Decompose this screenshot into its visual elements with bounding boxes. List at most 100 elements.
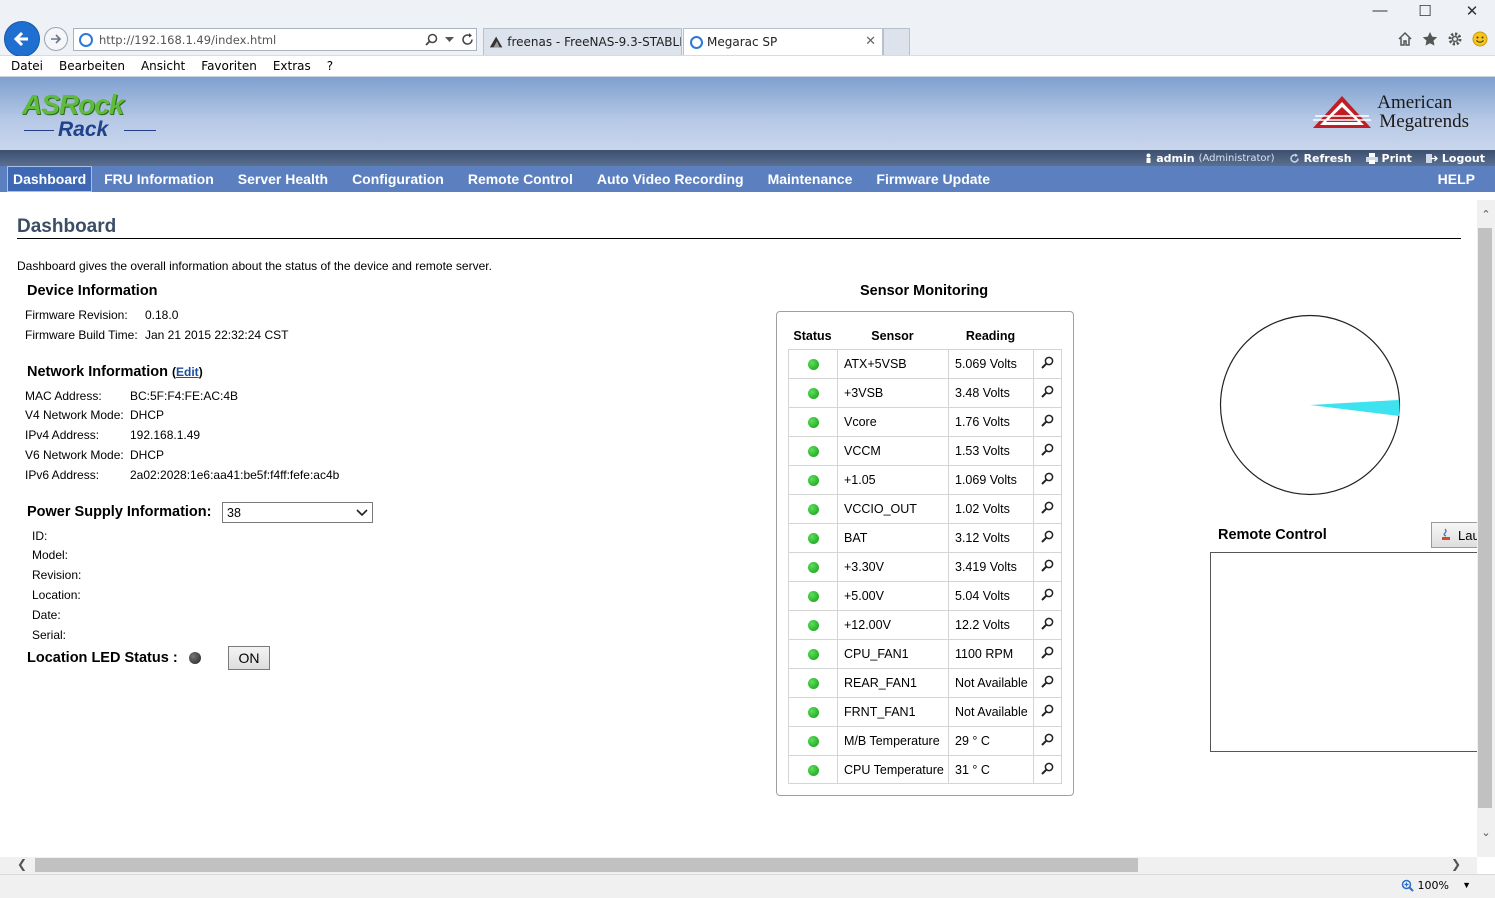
network-edit-link[interactable]: Edit	[176, 365, 199, 379]
horizontal-scroll-thumb[interactable]	[35, 858, 1138, 872]
refresh-icon[interactable]	[458, 33, 476, 46]
sensor-detail-button[interactable]	[1033, 552, 1062, 581]
magnifier-icon	[1041, 559, 1054, 572]
sensor-name: +5.00V	[837, 581, 948, 610]
sensor-row: FRNT_FAN1 Not Available	[788, 697, 1062, 726]
sensor-row: M/B Temperature 29 ° C	[788, 726, 1062, 755]
horizontal-scrollbar[interactable]: ❮ ❯	[0, 857, 1477, 874]
scroll-up-icon[interactable]: ⌃	[1480, 208, 1492, 221]
refresh-link[interactable]: Refresh	[1289, 152, 1352, 165]
sensor-detail-button[interactable]	[1033, 378, 1062, 407]
menu-datei[interactable]: Datei	[11, 59, 43, 73]
smiley-icon[interactable]	[1471, 30, 1488, 47]
magnifier-icon	[1041, 501, 1054, 514]
back-button[interactable]	[4, 21, 40, 57]
menu-help[interactable]: ?	[327, 59, 333, 73]
sensor-name: +3VSB	[837, 378, 948, 407]
sensor-name: +1.05	[837, 465, 948, 494]
vertical-scrollbar[interactable]: ⌃ ⌄	[1477, 200, 1495, 857]
close-tab-icon[interactable]: ✕	[865, 34, 876, 49]
maximize-button[interactable]: ☐	[1402, 2, 1448, 20]
forward-button[interactable]	[44, 27, 68, 51]
favorites-star-icon[interactable]	[1421, 30, 1438, 47]
sensor-name: ATX+5VSB	[837, 349, 948, 378]
browser-menubar: Datei Bearbeiten Ansicht Favoriten Extra…	[0, 56, 1495, 77]
sensor-row: +3VSB 3.48 Volts	[788, 378, 1062, 407]
sensor-row: VCCM 1.53 Volts	[788, 436, 1062, 465]
logout-link[interactable]: Logout	[1425, 152, 1485, 165]
nav-auto-video-recording[interactable]: Auto Video Recording	[585, 166, 756, 192]
close-window-button[interactable]: ✕	[1449, 2, 1495, 20]
sensor-detail-button[interactable]	[1033, 349, 1062, 378]
launch-console-button[interactable]: Lau	[1431, 522, 1477, 548]
menu-ansicht[interactable]: Ansicht	[141, 59, 185, 73]
menu-favoriten[interactable]: Favoriten	[201, 59, 257, 73]
sensor-name: BAT	[837, 523, 948, 552]
sensor-row: REAR_FAN1 Not Available	[788, 668, 1062, 697]
address-bar[interactable]: http://192.168.1.49/index.html	[73, 28, 477, 51]
scroll-left-icon[interactable]: ❮	[17, 857, 27, 871]
sensor-detail-button[interactable]	[1033, 523, 1062, 552]
sensor-reading: 1.53 Volts	[948, 436, 1033, 465]
status-ok-icon	[807, 446, 819, 458]
print-link[interactable]: Print	[1365, 152, 1412, 165]
sensor-monitoring-title: Sensor Monitoring	[860, 283, 989, 299]
led-on-button[interactable]: ON	[228, 646, 270, 670]
sensor-detail-button[interactable]	[1033, 436, 1062, 465]
vertical-scroll-thumb[interactable]	[1478, 228, 1492, 808]
new-tab-button[interactable]	[883, 28, 910, 55]
nav-configuration[interactable]: Configuration	[340, 166, 456, 192]
search-icon[interactable]	[422, 33, 440, 46]
sensor-detail-button[interactable]	[1033, 697, 1062, 726]
dropdown-icon[interactable]	[440, 36, 458, 43]
zoom-dropdown-icon[interactable]: ▼	[1462, 880, 1471, 890]
magnifier-icon	[1041, 385, 1054, 398]
menu-extras[interactable]: Extras	[273, 59, 311, 73]
col-status: Status	[793, 329, 832, 343]
sensor-detail-button[interactable]	[1033, 639, 1062, 668]
nav-help[interactable]: HELP	[1426, 166, 1487, 192]
gear-icon[interactable]	[1446, 30, 1463, 47]
tab-freenas[interactable]: freenas - FreeNAS-9.3-STABLE-...	[483, 28, 682, 55]
ps-field-date: Date:	[32, 608, 61, 622]
status-ok-icon	[807, 736, 819, 748]
sensor-detail-button[interactable]	[1033, 465, 1062, 494]
scroll-down-icon[interactable]: ⌄	[1480, 826, 1492, 839]
url-text: http://192.168.1.49/index.html	[99, 32, 277, 47]
magnifier-icon	[1041, 704, 1054, 717]
network-row-v4mode: V4 Network Mode: DHCP	[25, 408, 165, 422]
zoom-control[interactable]: 100%	[1401, 879, 1449, 892]
sensor-reading: 12.2 Volts	[948, 610, 1033, 639]
scroll-right-icon[interactable]: ❯	[1451, 857, 1461, 871]
nav-firmware-update[interactable]: Firmware Update	[864, 166, 1002, 192]
sensor-detail-button[interactable]	[1033, 581, 1062, 610]
ps-field-model: Model:	[32, 548, 69, 562]
nav-remote-control[interactable]: Remote Control	[456, 166, 585, 192]
status-ok-icon	[807, 359, 819, 371]
minimize-button[interactable]: —	[1357, 2, 1403, 19]
status-ok-icon	[807, 562, 819, 574]
sensor-detail-button[interactable]	[1033, 755, 1062, 784]
power-supply-select[interactable]: 38	[222, 502, 373, 523]
sensor-detail-button[interactable]	[1033, 668, 1062, 697]
ps-field-revision: Revision:	[32, 568, 82, 582]
sensor-table: Status Sensor Reading ATX+5VSB 5.069 Volt…	[788, 323, 1062, 784]
ie-tab-icon	[690, 35, 703, 49]
remote-console-preview[interactable]	[1210, 552, 1477, 752]
nav-fru-information[interactable]: FRU Information	[92, 166, 226, 192]
sensor-detail-button[interactable]	[1033, 407, 1062, 436]
nav-server-health[interactable]: Server Health	[226, 166, 340, 192]
sensor-detail-button[interactable]	[1033, 610, 1062, 639]
nav-dashboard[interactable]: Dashboard	[7, 166, 93, 192]
sensor-detail-button[interactable]	[1033, 726, 1062, 755]
nav-maintenance[interactable]: Maintenance	[756, 166, 865, 192]
chevron-down-icon	[356, 509, 368, 517]
tab-megarac[interactable]: Megarac SP ✕	[683, 28, 883, 55]
dashboard-content: Dashboard Dashboard gives the overall in…	[0, 192, 1477, 857]
print-icon	[1365, 152, 1378, 164]
menu-bearbeiten[interactable]: Bearbeiten	[59, 59, 125, 73]
status-ok-icon	[807, 649, 819, 661]
status-ok-icon	[807, 591, 819, 603]
home-icon[interactable]	[1396, 30, 1413, 47]
sensor-detail-button[interactable]	[1033, 494, 1062, 523]
